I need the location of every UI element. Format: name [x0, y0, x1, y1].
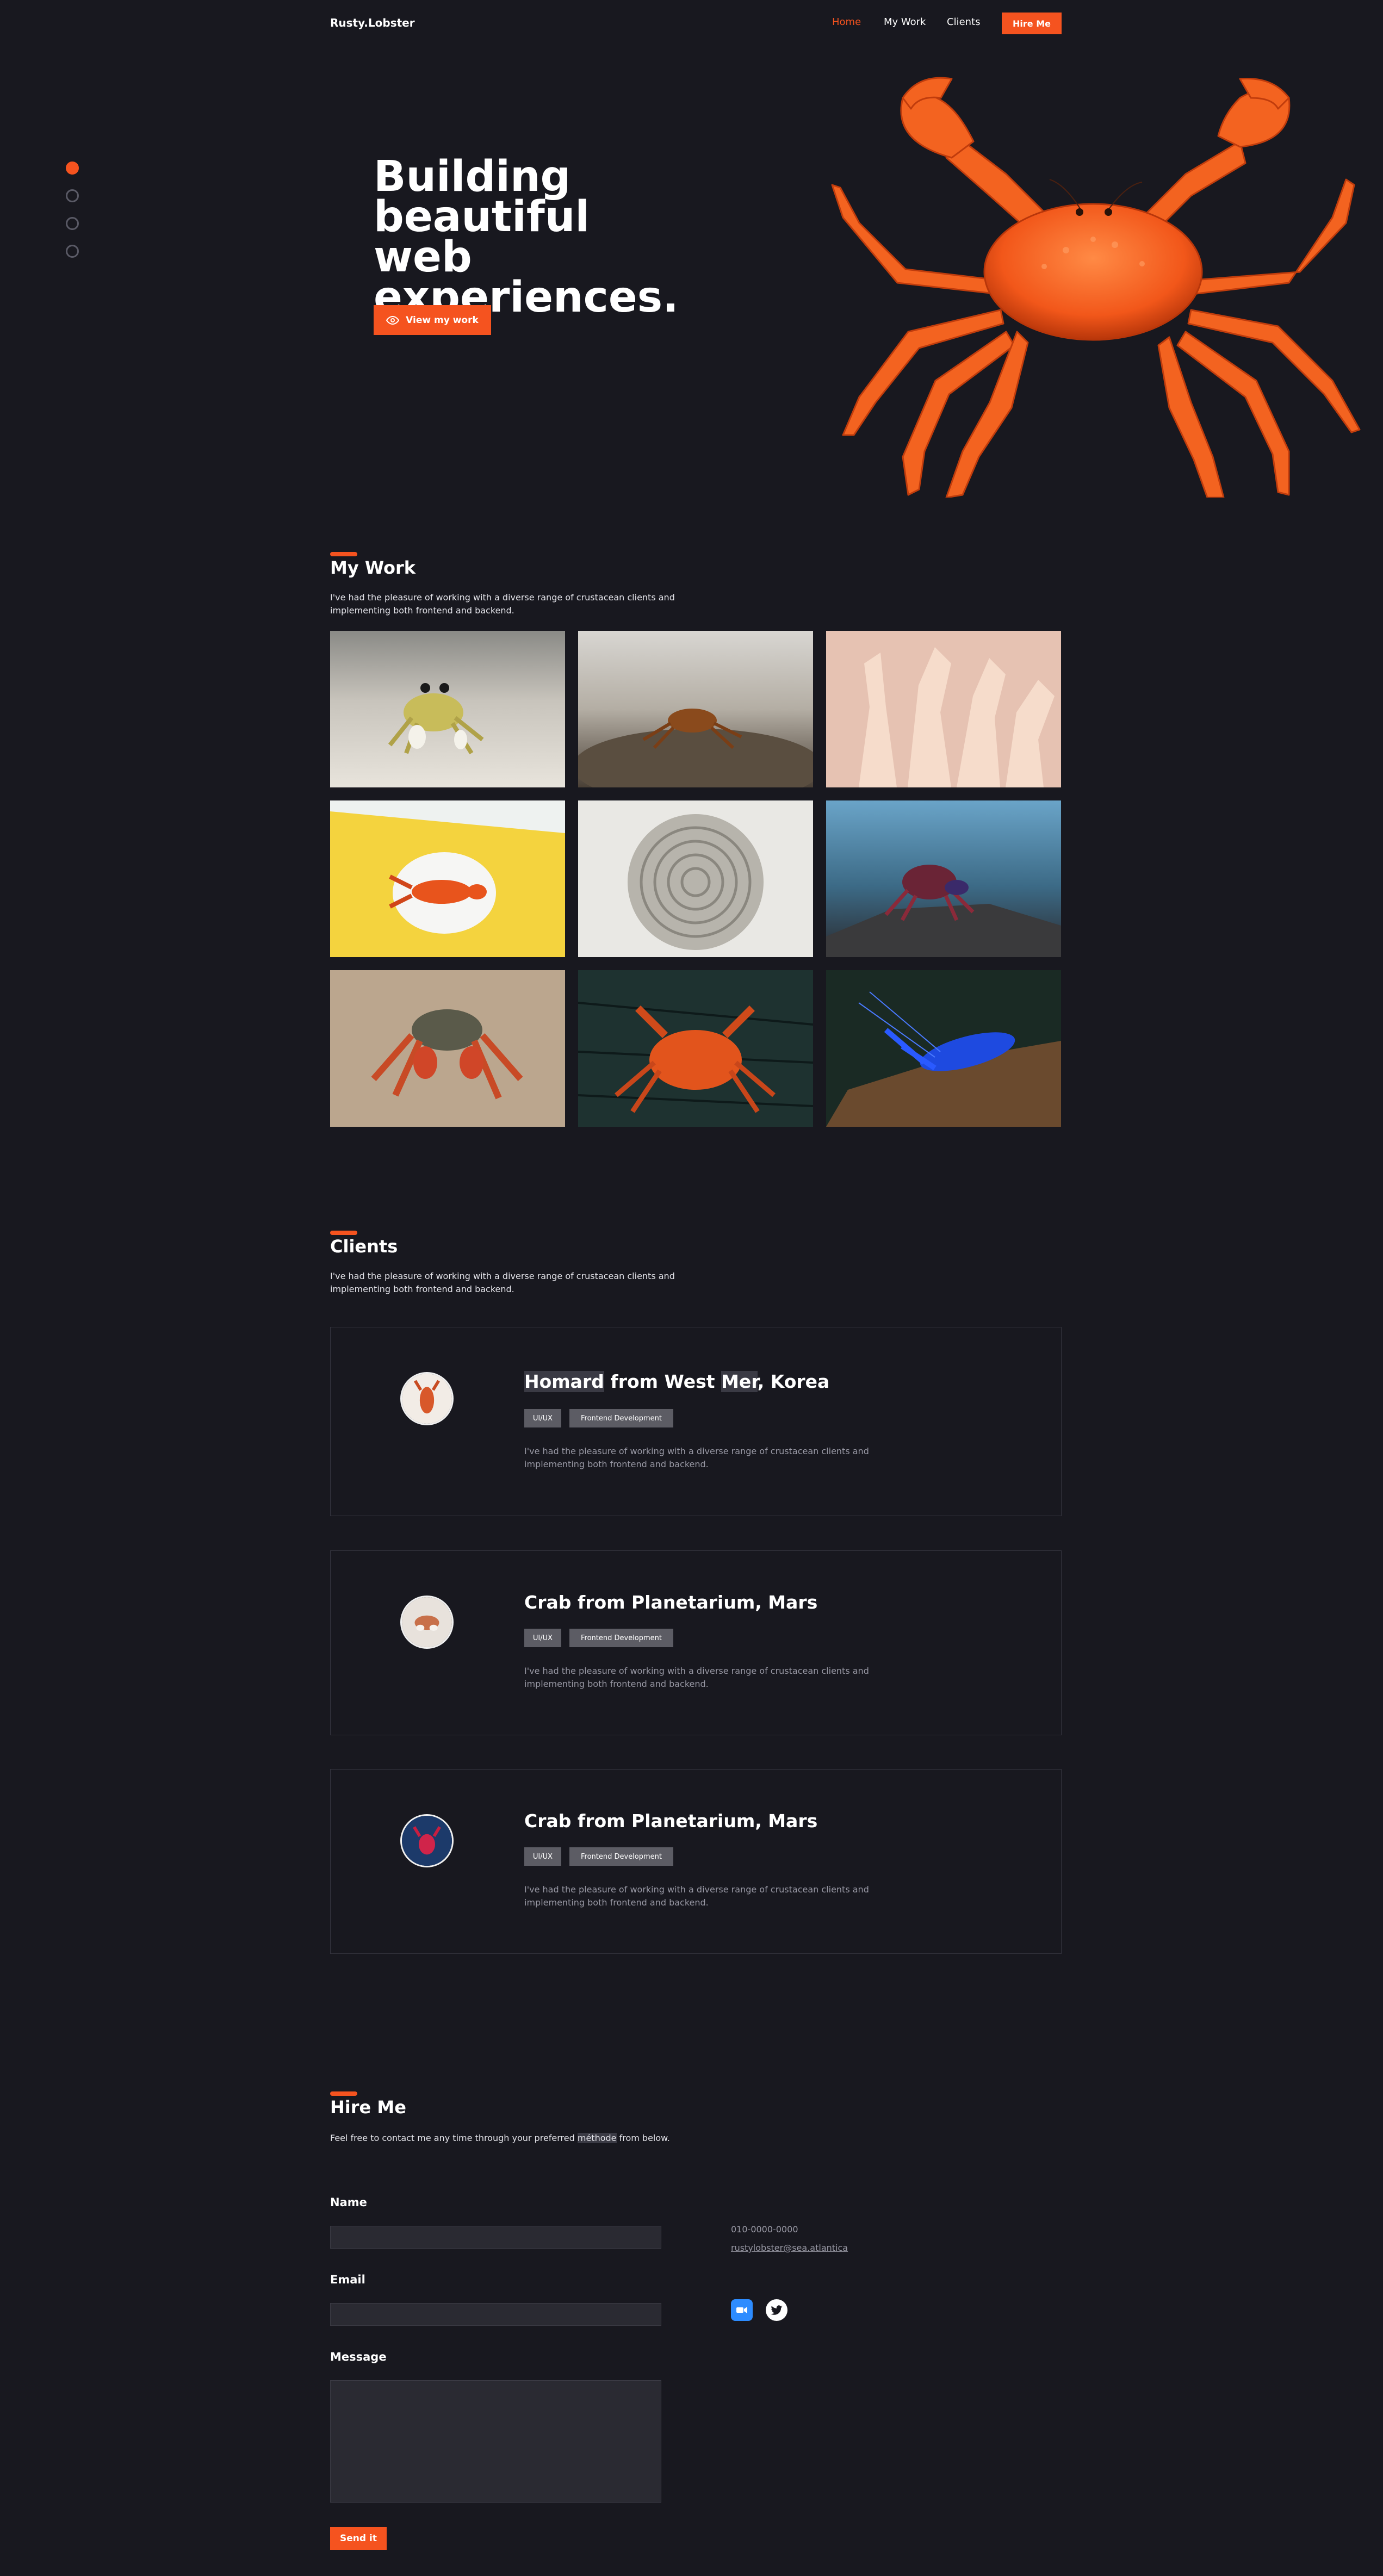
gallery-item[interactable]: [330, 970, 565, 1127]
name-field[interactable]: [330, 2226, 661, 2249]
client-avatar: [400, 1814, 454, 1867]
nav-home[interactable]: Home: [832, 16, 861, 28]
client-avatar: [400, 1596, 454, 1649]
email-field[interactable]: [330, 2303, 661, 2326]
hire-intro-part: from below.: [616, 2133, 670, 2143]
client-description: I've had the pleasure of working with a …: [524, 1884, 869, 1908]
section-accent-bar: [330, 2091, 357, 2096]
view-my-work-label: View my work: [406, 314, 479, 326]
client-name-part: , Korea: [757, 1371, 830, 1392]
email-label: Email: [330, 2273, 365, 2286]
client-card: Crab from Planetarium, Mars UI/UX Fronte…: [330, 1769, 1062, 1954]
side-nav-dot[interactable]: [66, 217, 79, 230]
eye-icon: [386, 315, 400, 325]
client-name-part: from West: [604, 1371, 722, 1392]
hire-intro-part: méthode: [577, 2133, 617, 2143]
gallery-image-purple-crab: [826, 800, 1061, 957]
client-card: Homard from West Mer, Korea UI/UX Fronte…: [330, 1327, 1062, 1516]
hero-title: Building beautiful web experiences.: [374, 156, 700, 319]
client-tag: UI/UX: [524, 1629, 561, 1647]
zoom-icon[interactable]: [731, 2299, 753, 2321]
client-tag: Frontend Development: [569, 1409, 673, 1427]
gallery-item[interactable]: [826, 970, 1061, 1127]
client-description: I've had the pleasure of working with a …: [524, 1666, 869, 1689]
clients-title: Clients: [330, 1236, 398, 1257]
gallery-item[interactable]: [578, 631, 813, 787]
client-name-part: Homard: [524, 1371, 604, 1392]
gallery-item[interactable]: [330, 631, 565, 787]
message-label: Message: [330, 2350, 387, 2363]
name-label: Name: [330, 2196, 367, 2209]
gallery-image-beach-crab: [330, 970, 565, 1127]
client-tag: Frontend Development: [569, 1629, 673, 1647]
nav-my-work[interactable]: My Work: [884, 16, 926, 28]
contact-email[interactable]: rustylobster@sea.atlantica: [731, 2243, 848, 2253]
client-name-part: Mer: [721, 1371, 758, 1392]
gallery-item[interactable]: [826, 800, 1061, 957]
gallery-item[interactable]: [826, 631, 1061, 787]
client-tag: UI/UX: [524, 1409, 561, 1427]
client-name-part: Crab from Planetarium, Mars: [524, 1810, 818, 1832]
section-accent-bar: [330, 552, 357, 556]
gallery-image-orange-crab: [578, 970, 813, 1127]
side-nav-dot[interactable]: [66, 189, 79, 202]
client-avatar: [400, 1372, 454, 1425]
clients-description: I've had the pleasure of working with a …: [330, 1271, 675, 1294]
brand-logo[interactable]: Rusty.Lobster: [330, 16, 415, 29]
my-work-title: My Work: [330, 557, 416, 578]
nav-clients[interactable]: Clients: [947, 16, 981, 28]
gallery-item[interactable]: [578, 970, 813, 1127]
side-nav-dot[interactable]: [66, 162, 79, 175]
gallery-item[interactable]: [578, 800, 813, 957]
gallery-image-coral: [826, 631, 1061, 787]
gallery-image-brain-coral: [578, 800, 813, 957]
gallery-image-blue-crayfish: [826, 970, 1061, 1127]
client-tag: Frontend Development: [569, 1847, 673, 1866]
gallery-image-rock-crab: [578, 631, 813, 787]
client-name-part: Crab from Planetarium, Mars: [524, 1592, 818, 1613]
client-tag: UI/UX: [524, 1847, 561, 1866]
client-name: Crab from Planetarium, Mars: [524, 1592, 817, 1613]
hire-intro-part: Feel free to contact me any time through…: [330, 2133, 578, 2143]
my-work-description: I've had the pleasure of working with a …: [330, 592, 675, 616]
section-accent-bar: [330, 1231, 357, 1235]
hero-title-line: beautiful web: [374, 193, 590, 282]
send-button[interactable]: Send it: [330, 2527, 387, 2550]
message-field[interactable]: [330, 2380, 661, 2503]
twitter-icon[interactable]: [766, 2299, 787, 2321]
contact-phone: 010-0000-0000: [731, 2224, 798, 2234]
gallery-image-ghost-crab: [330, 631, 565, 787]
client-name: Homard from West Mer, Korea: [524, 1371, 829, 1392]
hero-crab-image: [831, 77, 1361, 498]
gallery-image-lobster-plate: [330, 800, 565, 957]
hire-me-title: Hire Me: [330, 2097, 406, 2118]
client-name: Crab from Planetarium, Mars: [524, 1810, 817, 1832]
gallery-item[interactable]: [330, 800, 565, 957]
client-description: I've had the pleasure of working with a …: [524, 1446, 869, 1469]
hire-me-button[interactable]: Hire Me: [1002, 13, 1062, 34]
side-nav-dot[interactable]: [66, 245, 79, 258]
view-my-work-button[interactable]: View my work: [374, 305, 491, 335]
client-card: Crab from Planetarium, Mars UI/UX Fronte…: [330, 1550, 1062, 1735]
hire-me-intro: Feel free to contact me any time through…: [330, 2132, 820, 2145]
